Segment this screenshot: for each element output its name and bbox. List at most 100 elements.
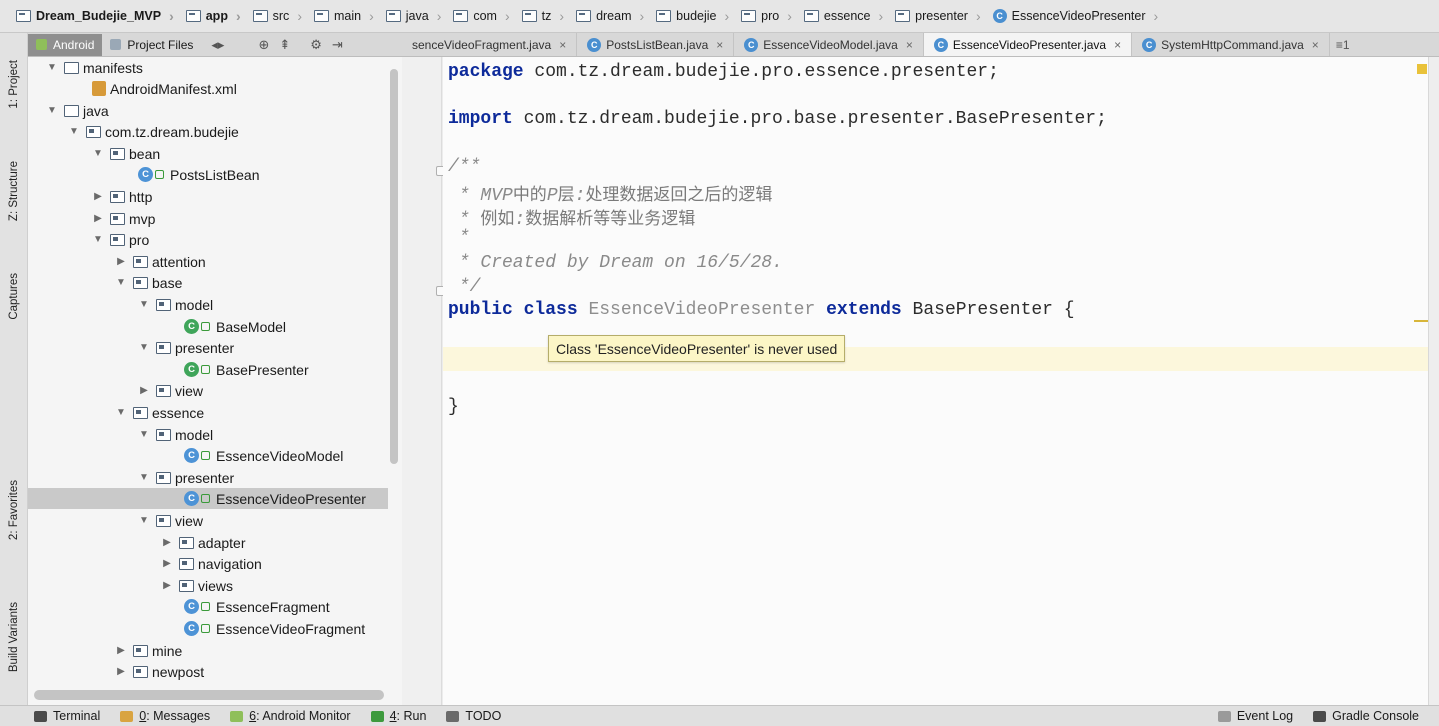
collapse-arrow-icon[interactable]: ▶ <box>115 645 127 656</box>
expand-arrow-icon[interactable]: ▼ <box>92 234 104 245</box>
breadcrumb-item-presenter[interactable]: presenter › <box>889 4 986 28</box>
collapse-arrow-icon[interactable]: ▶ <box>92 191 104 202</box>
collapse-arrow-icon[interactable]: ▶ <box>161 558 173 569</box>
tree-item-essence-video-fragment[interactable]: C EssenceVideoFragment <box>28 618 388 639</box>
tree-horizontal-scrollbar[interactable] <box>34 690 384 700</box>
tab-system-http-command[interactable]: C SystemHttpCommand.java × <box>1132 33 1330 56</box>
tree-item-essence-video-presenter[interactable]: C EssenceVideoPresenter <box>28 488 388 509</box>
breadcrumb-item-class[interactable]: C EssenceVideoPresenter › <box>987 4 1165 28</box>
tree-item-manifests[interactable]: ▼ manifests <box>28 57 388 78</box>
breadcrumb-item-main[interactable]: main › <box>308 4 380 28</box>
breadcrumb-item-app[interactable]: app › <box>180 4 247 28</box>
collapse-arrow-icon[interactable]: ▶ <box>138 385 150 396</box>
breadcrumb-item-java[interactable]: java › <box>380 4 448 28</box>
close-icon[interactable]: × <box>906 38 913 52</box>
terminal-tool-button[interactable]: Terminal <box>34 709 100 723</box>
tree-item-adapter[interactable]: ▶ adapter <box>28 532 388 553</box>
breadcrumb-item-tz[interactable]: tz › <box>516 4 570 28</box>
tree-item-navigation[interactable]: ▶ navigation <box>28 553 388 574</box>
collapse-arrow-icon[interactable]: ▶ <box>115 256 127 267</box>
collapse-arrow-icon[interactable]: ▶ <box>115 666 127 677</box>
tree-item-base-view[interactable]: ▶ view <box>28 380 388 401</box>
breadcrumb-item-project[interactable]: Dream_Budejie_MVP › <box>10 4 180 28</box>
close-icon[interactable]: × <box>1312 38 1319 52</box>
arrows-icon[interactable]: ◂▸ <box>211 37 224 53</box>
tree-item-base-model-class[interactable]: C BaseModel <box>28 316 388 337</box>
tree-item-essence-model[interactable]: ▼ model <box>28 424 388 445</box>
tree-item-essence[interactable]: ▼ essence <box>28 402 388 423</box>
close-icon[interactable]: × <box>716 38 723 52</box>
expand-arrow-icon[interactable]: ▼ <box>46 105 58 116</box>
collapse-arrow-icon[interactable]: ▶ <box>161 580 173 591</box>
tab-posts-list-bean[interactable]: C PostsListBean.java × <box>577 33 735 56</box>
close-icon[interactable]: × <box>559 38 566 52</box>
breadcrumb-item-com[interactable]: com › <box>447 4 515 28</box>
tab-list-menu-icon[interactable]: ≡1 <box>1330 33 1356 56</box>
sync-icon[interactable]: ⊕ <box>258 37 269 53</box>
expand-arrow-icon[interactable]: ▼ <box>68 126 80 137</box>
expand-arrow-icon[interactable]: ▼ <box>138 472 150 483</box>
code-editor[interactable]: package com.tz.dream.budejie.pro.essence… <box>443 57 1428 705</box>
expand-arrow-icon[interactable]: ▼ <box>92 148 104 159</box>
tab-essence-video-presenter[interactable]: C EssenceVideoPresenter.java × <box>923 33 1133 56</box>
expand-arrow-icon[interactable]: ▼ <box>138 342 150 353</box>
tree-item-pro[interactable]: ▼ pro <box>28 229 388 250</box>
tree-item-newpost[interactable]: ▶ newpost <box>28 661 388 682</box>
event-log-button[interactable]: Event Log <box>1217 709 1293 723</box>
tree-item-essence-video-model[interactable]: C EssenceVideoModel <box>28 445 388 466</box>
collapse-arrow-icon[interactable]: ▶ <box>92 213 104 224</box>
tree-item-essence-fragment[interactable]: C EssenceFragment <box>28 596 388 617</box>
gradle-console-button[interactable]: Gradle Console <box>1313 709 1419 723</box>
captures-tool-tab[interactable]: Captures <box>2 255 26 337</box>
run-tool-button[interactable]: 4: Run <box>370 709 426 723</box>
error-stripe[interactable] <box>1428 57 1439 705</box>
tree-item-bean[interactable]: ▼ bean <box>28 143 388 164</box>
breadcrumb-item-src[interactable]: src › <box>247 4 308 28</box>
collapse-icon[interactable]: ⇞ <box>279 37 290 53</box>
todo-tool-button[interactable]: TODO <box>446 709 501 723</box>
close-icon[interactable]: × <box>1114 38 1121 52</box>
tree-item-base-presenter[interactable]: ▼ presenter <box>28 337 388 358</box>
lock-icon <box>201 494 210 503</box>
tree-item-attention[interactable]: ▶ attention <box>28 251 388 272</box>
tree-item-essence-presenter[interactable]: ▼ presenter <box>28 467 388 488</box>
warning-indicator-icon[interactable] <box>1417 64 1427 74</box>
expand-arrow-icon[interactable]: ▼ <box>115 277 127 288</box>
tree-item-posts-list-bean[interactable]: C PostsListBean <box>28 164 388 185</box>
collapse-arrow-icon[interactable]: ▶ <box>161 537 173 548</box>
gear-icon[interactable]: ⚙ <box>310 37 322 53</box>
tree-item-base-presenter-class[interactable]: C BasePresenter <box>28 359 388 380</box>
tree-item-mine[interactable]: ▶ mine <box>28 640 388 661</box>
tree-item-base-model[interactable]: ▼ model <box>28 294 388 315</box>
hide-icon[interactable]: ⇥ <box>332 37 343 53</box>
project-files-tab[interactable]: Project Files <box>102 34 201 56</box>
tree-item-base[interactable]: ▼ base <box>28 272 388 293</box>
tree-item-android-manifest[interactable]: AndroidManifest.xml <box>28 78 388 99</box>
tree-item-java[interactable]: ▼ java <box>28 100 388 121</box>
expand-arrow-icon[interactable]: ▼ <box>115 407 127 418</box>
breadcrumb-item-essence[interactable]: essence › <box>798 4 889 28</box>
build-variants-tool-tab[interactable]: Build Variants <box>2 585 26 690</box>
expand-arrow-icon[interactable]: ▼ <box>138 429 150 440</box>
tree-item-essence-view[interactable]: ▼ view <box>28 510 388 531</box>
tree-item-views[interactable]: ▶ views <box>28 575 388 596</box>
expand-arrow-icon[interactable]: ▼ <box>138 515 150 526</box>
warning-marker[interactable] <box>1414 320 1428 322</box>
project-tool-tab[interactable]: 1: Project <box>2 39 26 129</box>
tree-vertical-scrollbar[interactable] <box>390 69 398 464</box>
favorites-tool-tab[interactable]: 2: Favorites <box>2 465 26 555</box>
tree-item-http[interactable]: ▶ http <box>28 186 388 207</box>
messages-tool-button[interactable]: 0: Messages <box>120 709 210 723</box>
tab-essence-video-model[interactable]: C EssenceVideoModel.java × <box>734 33 924 56</box>
expand-arrow-icon[interactable]: ▼ <box>138 299 150 310</box>
android-monitor-tool-button[interactable]: 6: Android Monitor <box>230 709 351 723</box>
breadcrumb-item-budejie[interactable]: budejie › <box>650 4 735 28</box>
breadcrumb-item-dream[interactable]: dream › <box>570 4 650 28</box>
breadcrumb-item-pro[interactable]: pro › <box>735 4 798 28</box>
tree-item-mvp[interactable]: ▶ mvp <box>28 208 388 229</box>
expand-arrow-icon[interactable]: ▼ <box>46 62 58 73</box>
tree-item-package-root[interactable]: ▼ com.tz.dream.budejie <box>28 121 388 142</box>
android-view-tab[interactable]: Android <box>28 33 103 56</box>
structure-tool-tab[interactable]: Z: Structure <box>2 141 26 241</box>
tab-essence-video-fragment[interactable]: senceVideoFragment.java × <box>402 33 578 56</box>
